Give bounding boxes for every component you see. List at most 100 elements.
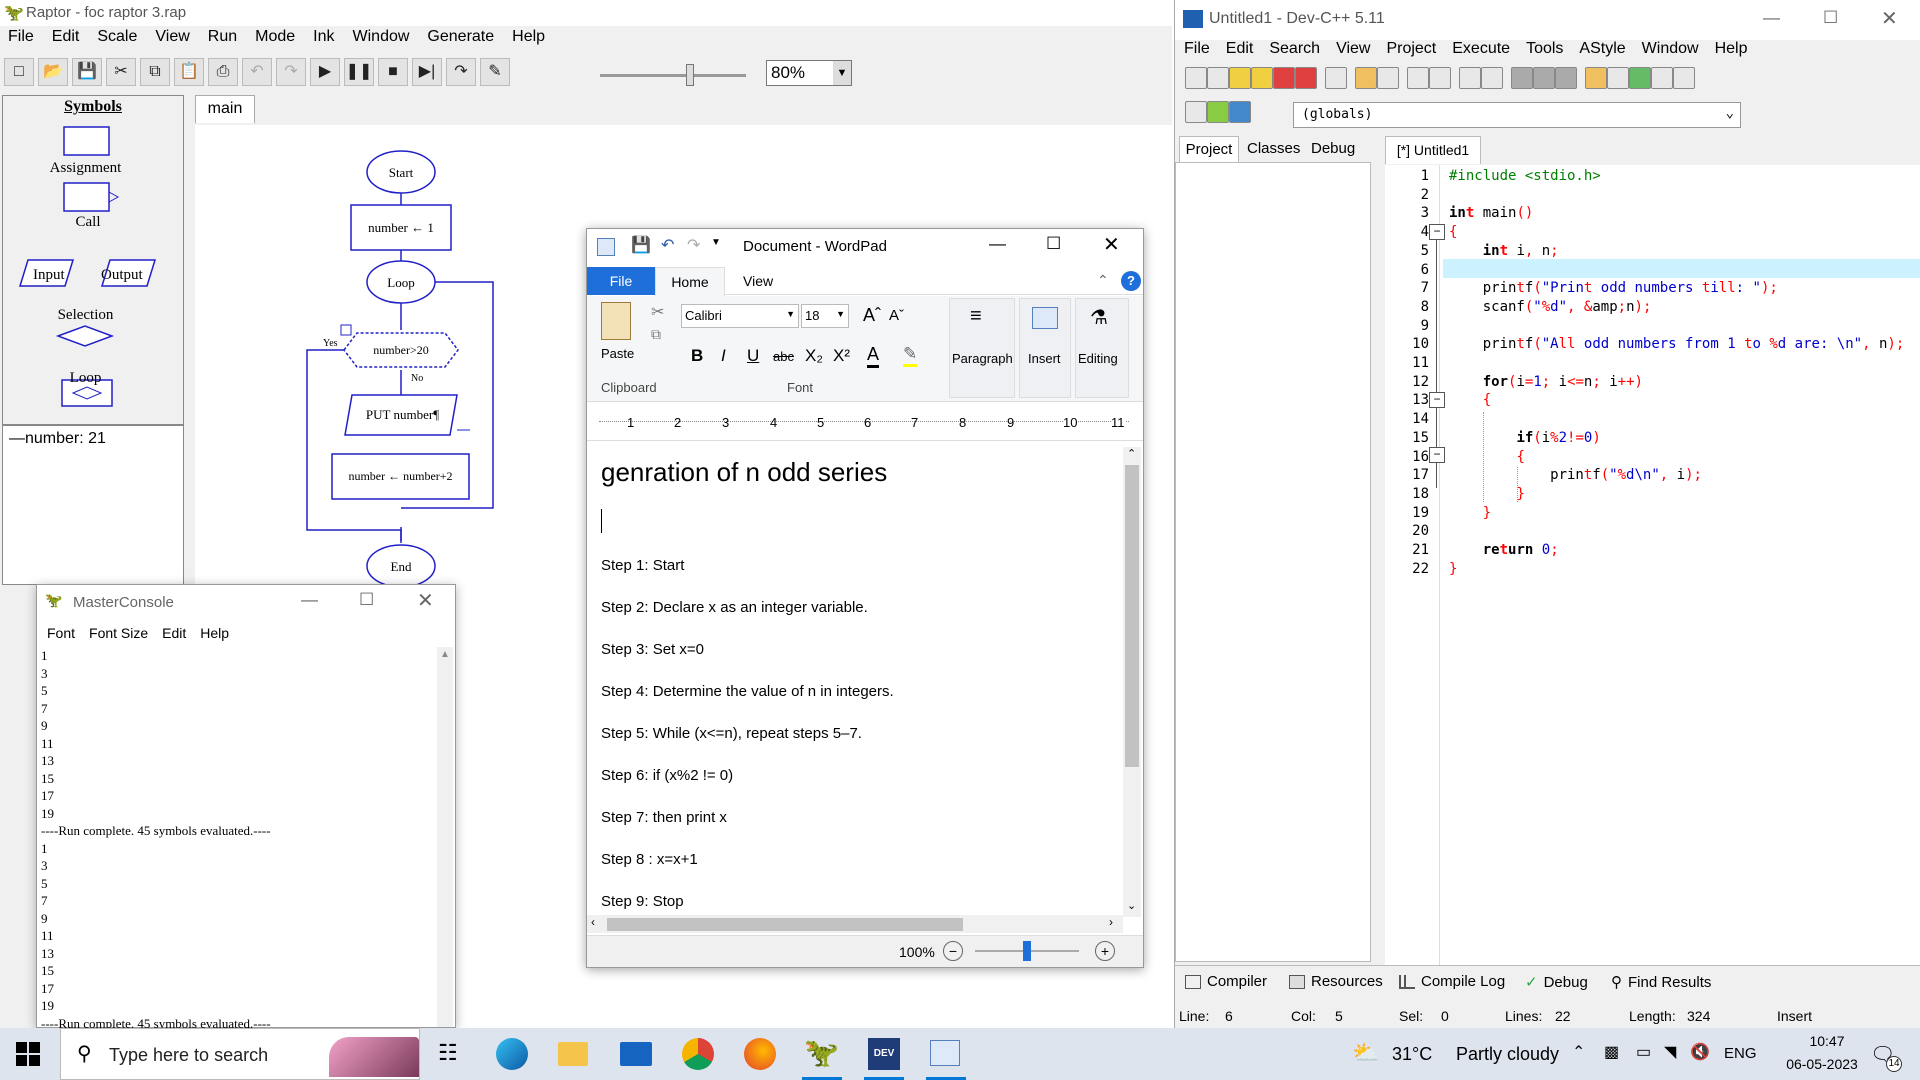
window-icon[interactable] [1607, 67, 1629, 89]
speed-slider[interactable] [600, 64, 746, 86]
paste-icon[interactable]: 📋 [174, 58, 204, 86]
code-line[interactable]: scanf("%d", &amp;n); [1449, 299, 1652, 315]
grid-icon[interactable] [1651, 67, 1673, 89]
menu-file[interactable]: File [1184, 40, 1210, 58]
flow-start-label[interactable]: Start [367, 165, 435, 181]
file-explorer-icon[interactable] [558, 1042, 588, 1066]
font-size-select[interactable]: 18 ▼ [801, 304, 849, 328]
replace-icon[interactable] [1429, 67, 1451, 89]
code-line[interactable]: { [1449, 449, 1524, 465]
flow-condition-label[interactable]: number>20 [350, 343, 452, 358]
zoom-slider-thumb[interactable] [1023, 941, 1031, 961]
new-file-icon[interactable] [1185, 67, 1207, 89]
menu-window[interactable]: Window [1642, 40, 1699, 58]
minimize-button[interactable]: — [989, 234, 1006, 254]
paste-button[interactable]: Paste [601, 346, 634, 361]
editing-button[interactable]: ⚗ Editing [1075, 298, 1129, 398]
collapse-ribbon-icon[interactable]: ⌃ [1097, 272, 1109, 289]
symbol-call[interactable]: Call [3, 214, 173, 231]
copy-icon[interactable]: ⧉ [651, 326, 661, 343]
find-icon[interactable] [1407, 67, 1429, 89]
tab-debug[interactable]: Debug [1311, 140, 1355, 157]
menu-edit[interactable]: Edit [1226, 40, 1254, 58]
code-line[interactable]: printf("All odd numbers from 1 to %d are… [1449, 336, 1905, 352]
fold-for-icon[interactable]: − [1429, 392, 1445, 408]
open-icon[interactable]: 📂 [38, 58, 68, 86]
scroll-thumb[interactable] [1125, 465, 1139, 767]
device-icon[interactable]: ▩ [1604, 1042, 1619, 1062]
tab-home[interactable]: Home [655, 267, 725, 296]
code-line[interactable]: { [1449, 392, 1491, 408]
code-line[interactable]: for(i=1; i<=n; i++) [1449, 374, 1643, 390]
print-icon[interactable]: ⎙ [208, 58, 238, 86]
menu-generate[interactable]: Generate [427, 28, 494, 46]
raptor-taskbar-icon[interactable]: 🦖 [804, 1036, 839, 1069]
close-button[interactable]: ✕ [417, 588, 434, 613]
tab-main[interactable]: main [195, 95, 255, 123]
tab-untitled1[interactable]: [*] Untitled1 [1385, 136, 1481, 164]
scope-select[interactable]: (globals) ⌄ [1293, 102, 1741, 128]
maximize-button[interactable]: ☐ [359, 590, 374, 610]
wordpad-taskbar-icon[interactable] [930, 1040, 960, 1066]
console-menu-font[interactable]: Font [47, 625, 75, 641]
firefox-icon[interactable] [744, 1038, 776, 1070]
chevron-left-icon[interactable]: ‹ [591, 915, 595, 929]
quick-access-dropdown-icon[interactable]: ▼ [711, 237, 721, 248]
compile-log-tab[interactable]: Compile Log [1399, 973, 1505, 990]
horizontal-scrollbar[interactable]: ‹ › [587, 915, 1123, 933]
chevron-up-icon[interactable]: ⌃ [1572, 1042, 1585, 1062]
highlight-icon[interactable]: ✎ [903, 344, 918, 367]
font-name-select[interactable]: Calibri ▼ [681, 304, 799, 328]
fold-if-icon[interactable]: − [1429, 447, 1445, 463]
document-area[interactable]: genration of n odd series Step 1: Start … [591, 449, 1121, 919]
scroll-thumb[interactable] [607, 918, 963, 931]
menu-window[interactable]: Window [353, 28, 410, 46]
edge-icon[interactable] [496, 1038, 528, 1070]
code-line[interactable]: } [1449, 561, 1457, 577]
weather-icon[interactable]: ⛅ [1352, 1040, 1379, 1066]
new-icon[interactable]: □ [4, 58, 34, 86]
print-icon[interactable] [1325, 67, 1347, 89]
open-icon[interactable] [1207, 67, 1229, 89]
shrink-font-icon[interactable]: Aˇ [889, 307, 904, 324]
underline-icon[interactable]: U [747, 346, 759, 366]
wifi-icon[interactable]: ◥ [1664, 1042, 1676, 1062]
menu-help[interactable]: Help [512, 28, 545, 46]
console-menu-help[interactable]: Help [200, 625, 229, 641]
close-button[interactable]: ✕ [1103, 232, 1120, 257]
console-menu-edit[interactable]: Edit [162, 625, 186, 641]
clock-date[interactable]: 06-05-2023 [1770, 1056, 1874, 1072]
symbol-selection[interactable]: Selection [3, 307, 168, 324]
undo-icon[interactable]: ↶ [661, 235, 674, 255]
play-icon[interactable]: ▶ [310, 58, 340, 86]
undo-icon[interactable]: ↶ [242, 58, 272, 86]
menu-mode[interactable]: Mode [255, 28, 295, 46]
vertical-scrollbar[interactable]: ⌃ ⌄ [1123, 447, 1141, 917]
insert-button[interactable]: Insert [1019, 298, 1071, 398]
code-line[interactable]: if(i%2!=0) [1449, 430, 1600, 446]
maximize-button[interactable]: ☐ [1823, 8, 1838, 28]
bold-icon[interactable]: B [691, 346, 703, 366]
windows-start-icon[interactable] [16, 1042, 40, 1066]
stop-icon[interactable]: ■ [378, 58, 408, 86]
symbol-assignment[interactable]: Assignment [3, 160, 168, 177]
color-icon[interactable] [1629, 67, 1651, 89]
bookmark-icon[interactable] [1555, 67, 1577, 89]
redo-icon[interactable] [1377, 67, 1399, 89]
fold-main-icon[interactable]: − [1429, 224, 1445, 240]
tab-file[interactable]: File [587, 267, 655, 295]
class-browser-icon[interactable] [1185, 101, 1207, 123]
symbol-loop[interactable]: Loop [3, 370, 168, 387]
task-view-icon[interactable]: ☷ [438, 1040, 458, 1066]
code-line[interactable]: return 0; [1449, 542, 1559, 558]
flow-loop-label[interactable]: Loop [367, 275, 435, 291]
flow-assign-1-label[interactable]: number ← 1 [351, 220, 451, 236]
copy-icon[interactable]: ⧉ [140, 58, 170, 86]
menu-view[interactable]: View [1336, 40, 1370, 58]
chevron-right-icon[interactable]: › [1109, 915, 1113, 929]
cut-icon[interactable]: ✂ [651, 302, 664, 322]
menu-scale[interactable]: Scale [97, 28, 137, 46]
tab-view[interactable]: View [743, 267, 773, 295]
code-line[interactable]: int main() [1449, 205, 1533, 221]
paste-icon[interactable] [601, 302, 631, 340]
